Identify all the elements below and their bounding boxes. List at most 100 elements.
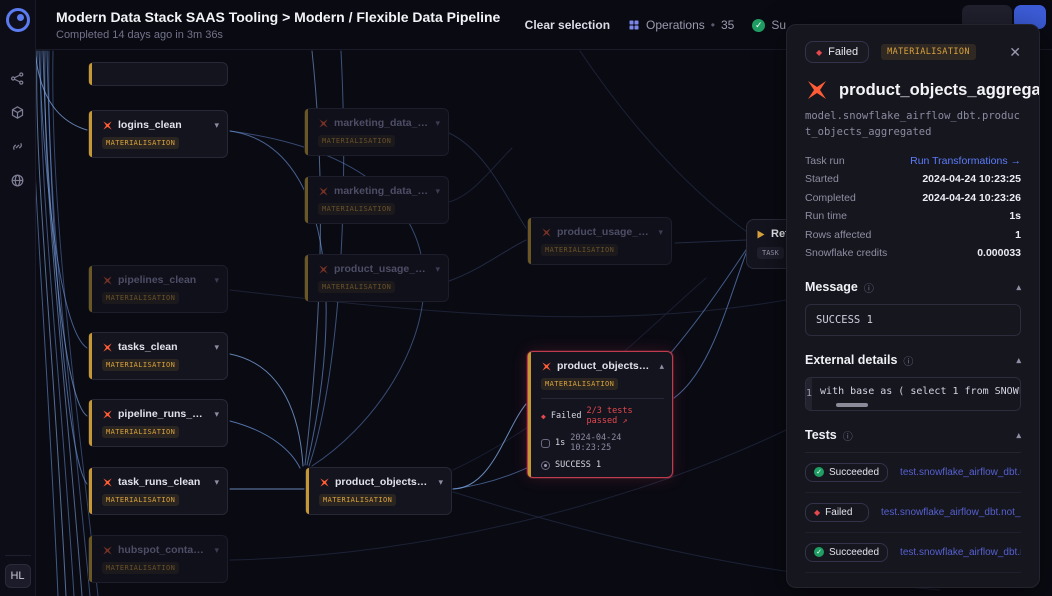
panel-title: product_objects_aggregated: [839, 81, 1040, 100]
dag-node-product-usage-aggregated[interactable]: product_usage_aggregated ▾ MATERIALISATI…: [527, 217, 672, 265]
test-status-badge: ✓ Succeeded: [805, 463, 888, 482]
materialisation-badge: MATERIALISATION: [541, 378, 618, 390]
node-status-stripe: [89, 536, 92, 582]
operations-label: Operations: [646, 18, 705, 32]
materialisation-badge: MATERIALISATION: [102, 137, 179, 149]
message-section-header: Message ⓘ ▴: [805, 280, 1021, 295]
task-badge: TASK: [757, 247, 784, 259]
user-avatar[interactable]: HL: [5, 564, 31, 588]
node-title: tasks_clean: [118, 341, 207, 353]
node-title: marketing_data_aggregated: [334, 117, 428, 129]
external-details-code: 1 with base as ( select 1 from SNOWFLAKE: [805, 377, 1021, 411]
clock-icon: [541, 439, 550, 448]
dag-node-task-runs-clean[interactable]: task_runs_clean ▾ MATERIALISATION: [88, 467, 228, 515]
chevron-down-icon[interactable]: ▾: [435, 118, 440, 129]
chevron-down-icon[interactable]: ▾: [435, 186, 440, 197]
chevron-down-icon[interactable]: ▾: [214, 120, 219, 131]
dag-node-tasks-clean[interactable]: tasks_clean ▾ MATERIALISATION: [88, 332, 228, 380]
materialisation-badge: MATERIALISATION: [318, 135, 395, 147]
detail-row-snowflake-credits: Snowflake credits0.000033: [805, 244, 1021, 263]
dag-node-hubspot-contacts-clean[interactable]: hubspot_contacts_clean ▾ MATERIALISATION: [88, 535, 228, 583]
node-divider: [541, 398, 664, 399]
tests-summary-link[interactable]: 2/3 tests passed ↗: [587, 406, 664, 426]
dag-node-pipeline-runs-clean[interactable]: pipeline_runs_clean ▾ MATERIALISATION: [88, 399, 228, 447]
success-check-icon: ✓: [752, 19, 765, 32]
web-globe-icon[interactable]: [6, 168, 30, 192]
info-icon: ⓘ: [864, 280, 874, 295]
breadcrumb[interactable]: Modern Data Stack SAAS Tooling > Modern …: [56, 9, 500, 25]
node-status-stripe: [89, 400, 92, 446]
dbt-icon: [102, 545, 113, 556]
app-sidebar: HL: [0, 0, 36, 596]
operations-counter[interactable]: Operations • 35: [628, 18, 734, 32]
succeeded-counter[interactable]: ✓ Su: [752, 18, 786, 32]
operations-count: 35: [721, 18, 734, 32]
dag-node-marketing-data-staging[interactable]: marketing_data_staging ▾ MATERIALISATION: [304, 176, 449, 224]
packages-cube-icon[interactable]: [6, 100, 30, 124]
dag-node-logins-clean[interactable]: logins_clean ▾ MATERIALISATION: [88, 110, 228, 158]
task-run-link[interactable]: Run Transformations →: [910, 155, 1021, 167]
dag-node-pipelines-clean[interactable]: pipelines_clean ▾ MATERIALISATION: [88, 265, 228, 313]
chevron-down-icon[interactable]: ▾: [214, 275, 219, 286]
chevron-down-icon[interactable]: ▾: [435, 264, 440, 275]
collapse-icon[interactable]: ▴: [1016, 430, 1021, 441]
horizontal-scrollbar[interactable]: [836, 403, 868, 407]
node-title: product_usage_staging: [334, 263, 428, 275]
info-icon: ⓘ: [843, 428, 853, 443]
test-link[interactable]: test.snowflake_airflow_dbt.not_null_pr: [881, 507, 1021, 518]
node-status-stripe: [89, 266, 92, 312]
node-status-stripe: [305, 255, 308, 301]
test-row: ✓ Succeeded test.snowflake_airflow_dbt.u…: [805, 453, 1021, 493]
app-logo-icon[interactable]: [6, 8, 30, 32]
tests-section-header: Tests ⓘ ▴: [805, 428, 1021, 443]
dag-node-product-objects-staging[interactable]: product_objects_staging ▾ MATERIALISATIO…: [305, 467, 452, 515]
detail-row-run-time: Run time1s: [805, 207, 1021, 226]
chevron-down-icon[interactable]: ▾: [438, 477, 443, 488]
chevron-up-icon[interactable]: ▴: [659, 361, 664, 372]
node-detail-panel: ◆ Failed MATERIALISATION ✕ product_objec…: [786, 24, 1040, 588]
dag-node-clipped-top[interactable]: [88, 62, 228, 86]
dag-node-product-usage-staging[interactable]: product_usage_staging ▾ MATERIALISATION: [304, 254, 449, 302]
test-link[interactable]: test.snowflake_airflow_dbt.not_null_pr: [900, 547, 1021, 558]
succeeded-label: Su: [771, 18, 786, 32]
dbt-icon: [102, 477, 113, 488]
materialisation-badge: MATERIALISATION: [318, 281, 395, 293]
task-type-icon: [758, 230, 765, 238]
detail-row-completed: Completed2024-04-24 10:23:26: [805, 189, 1021, 208]
operations-grid-icon: [628, 19, 640, 31]
dbt-icon: [541, 227, 552, 238]
dag-node-marketing-data-aggregated[interactable]: marketing_data_aggregated ▾ MATERIALISAT…: [304, 108, 449, 156]
pipelines-graph-icon[interactable]: [6, 66, 30, 90]
close-icon[interactable]: ✕: [1009, 44, 1021, 61]
info-icon: ⓘ: [903, 353, 913, 368]
chevron-down-icon[interactable]: ▾: [658, 227, 663, 238]
node-status-label: Failed: [551, 411, 582, 421]
collapse-icon[interactable]: ▴: [1016, 282, 1021, 293]
node-title: pipelines_clean: [118, 274, 207, 286]
node-status-stripe: [306, 468, 309, 514]
dbt-icon: [319, 477, 330, 488]
chevron-down-icon[interactable]: ▾: [214, 545, 219, 556]
node-status-stripe: [89, 468, 92, 514]
node-title: task_runs_clean: [118, 476, 207, 488]
test-status-badge: ✓ Succeeded: [805, 543, 888, 562]
sidebar-divider: [5, 555, 31, 556]
dag-node-product-objects-aggregated-selected[interactable]: product_objects_aggregated ▴ MATERIALISA…: [527, 351, 673, 478]
chevron-down-icon[interactable]: ▾: [214, 409, 219, 420]
chevron-down-icon[interactable]: ▾: [214, 342, 219, 353]
test-row: ✓ Succeeded test.snowflake_airflow_dbt.n…: [805, 533, 1021, 573]
materialisation-badge: MATERIALISATION: [318, 203, 395, 215]
dbt-icon: [102, 409, 113, 420]
clear-selection-button[interactable]: Clear selection: [525, 18, 610, 32]
detail-row-rows-affected: Rows affected1: [805, 226, 1021, 245]
collapse-icon[interactable]: ▴: [1016, 355, 1021, 366]
test-link[interactable]: test.snowflake_airflow_dbt.unique_pro: [900, 467, 1021, 478]
detail-row-started: Started2024-04-24 10:23:25: [805, 170, 1021, 189]
dbt-icon: [318, 264, 329, 275]
dbt-icon: [318, 118, 329, 129]
detail-row-task-run: Task run Run Transformations →: [805, 152, 1021, 171]
node-status-stripe: [305, 177, 308, 223]
node-title: product_objects_staging: [335, 476, 431, 488]
chevron-down-icon[interactable]: ▾: [214, 477, 219, 488]
connections-link-icon[interactable]: [6, 134, 30, 158]
